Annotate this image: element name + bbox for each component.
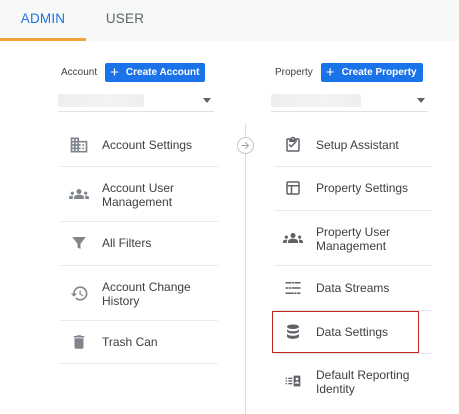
property-settings-label: Property Settings: [316, 181, 409, 195]
create-account-label: Create Account: [125, 66, 200, 78]
account-settings-item[interactable]: Account Settings: [60, 124, 218, 166]
create-property-button[interactable]: + Create Property: [320, 62, 423, 82]
identity-icon: [283, 371, 303, 391]
account-user-management-label: Account User Management: [102, 181, 175, 209]
account-label: Account: [61, 66, 98, 78]
plus-icon: +: [325, 63, 335, 81]
default-reporting-identity-label: Default Reporting Identity: [316, 368, 410, 396]
account-column-header: Account + Create Account: [61, 62, 206, 82]
building-icon: [69, 135, 89, 155]
chevron-down-icon: [417, 98, 425, 103]
account-selector[interactable]: [58, 90, 214, 112]
trash-can-label: Trash Can: [102, 335, 158, 349]
setup-assistant-label: Setup Assistant: [316, 138, 399, 152]
default-reporting-identity-item[interactable]: Default Reporting Identity: [274, 354, 432, 408]
people-icon: [69, 184, 89, 204]
filter-icon: [69, 233, 89, 253]
layout-icon: [283, 178, 303, 198]
tab-user[interactable]: USER: [86, 0, 164, 41]
account-change-history-label: Account Change History: [102, 280, 191, 308]
property-column-header: Property + Create Property: [275, 62, 423, 82]
divider: [60, 363, 218, 364]
streams-icon: [283, 278, 303, 298]
all-filters-item[interactable]: All Filters: [60, 222, 218, 265]
data-streams-label: Data Streams: [316, 281, 390, 295]
account-user-management-item[interactable]: Account User Management: [60, 167, 218, 221]
property-user-management-label: Property User Management: [316, 225, 391, 253]
property-selector-value: [271, 94, 361, 107]
admin-tab-bar: ADMIN USER: [0, 0, 459, 41]
property-settings-item[interactable]: Property Settings: [274, 167, 432, 210]
property-user-management-item[interactable]: Property User Management: [274, 211, 432, 265]
arrow-right-icon[interactable]: [237, 137, 254, 154]
trash-icon: [69, 332, 89, 352]
create-property-label: Create Property: [341, 66, 417, 78]
setup-assistant-item[interactable]: Setup Assistant: [274, 124, 432, 166]
account-change-history-item[interactable]: Account Change History: [60, 266, 218, 320]
account-settings-label: Account Settings: [102, 138, 193, 152]
create-account-button[interactable]: + Create Account: [105, 62, 206, 82]
all-filters-label: All Filters: [102, 236, 152, 250]
column-divider: [245, 124, 246, 414]
people-icon: [283, 228, 303, 248]
history-icon: [69, 283, 89, 303]
data-streams-item[interactable]: Data Streams: [274, 266, 432, 310]
chevron-down-icon: [203, 98, 211, 103]
plus-icon: +: [110, 63, 119, 81]
data-settings-highlight: [272, 311, 419, 353]
checklist-icon: [283, 135, 303, 155]
property-label: Property: [275, 66, 313, 78]
trash-can-item[interactable]: Trash Can: [60, 321, 218, 363]
account-selector-value: [58, 94, 144, 107]
tab-admin[interactable]: ADMIN: [0, 0, 86, 41]
property-selector[interactable]: [271, 90, 428, 112]
